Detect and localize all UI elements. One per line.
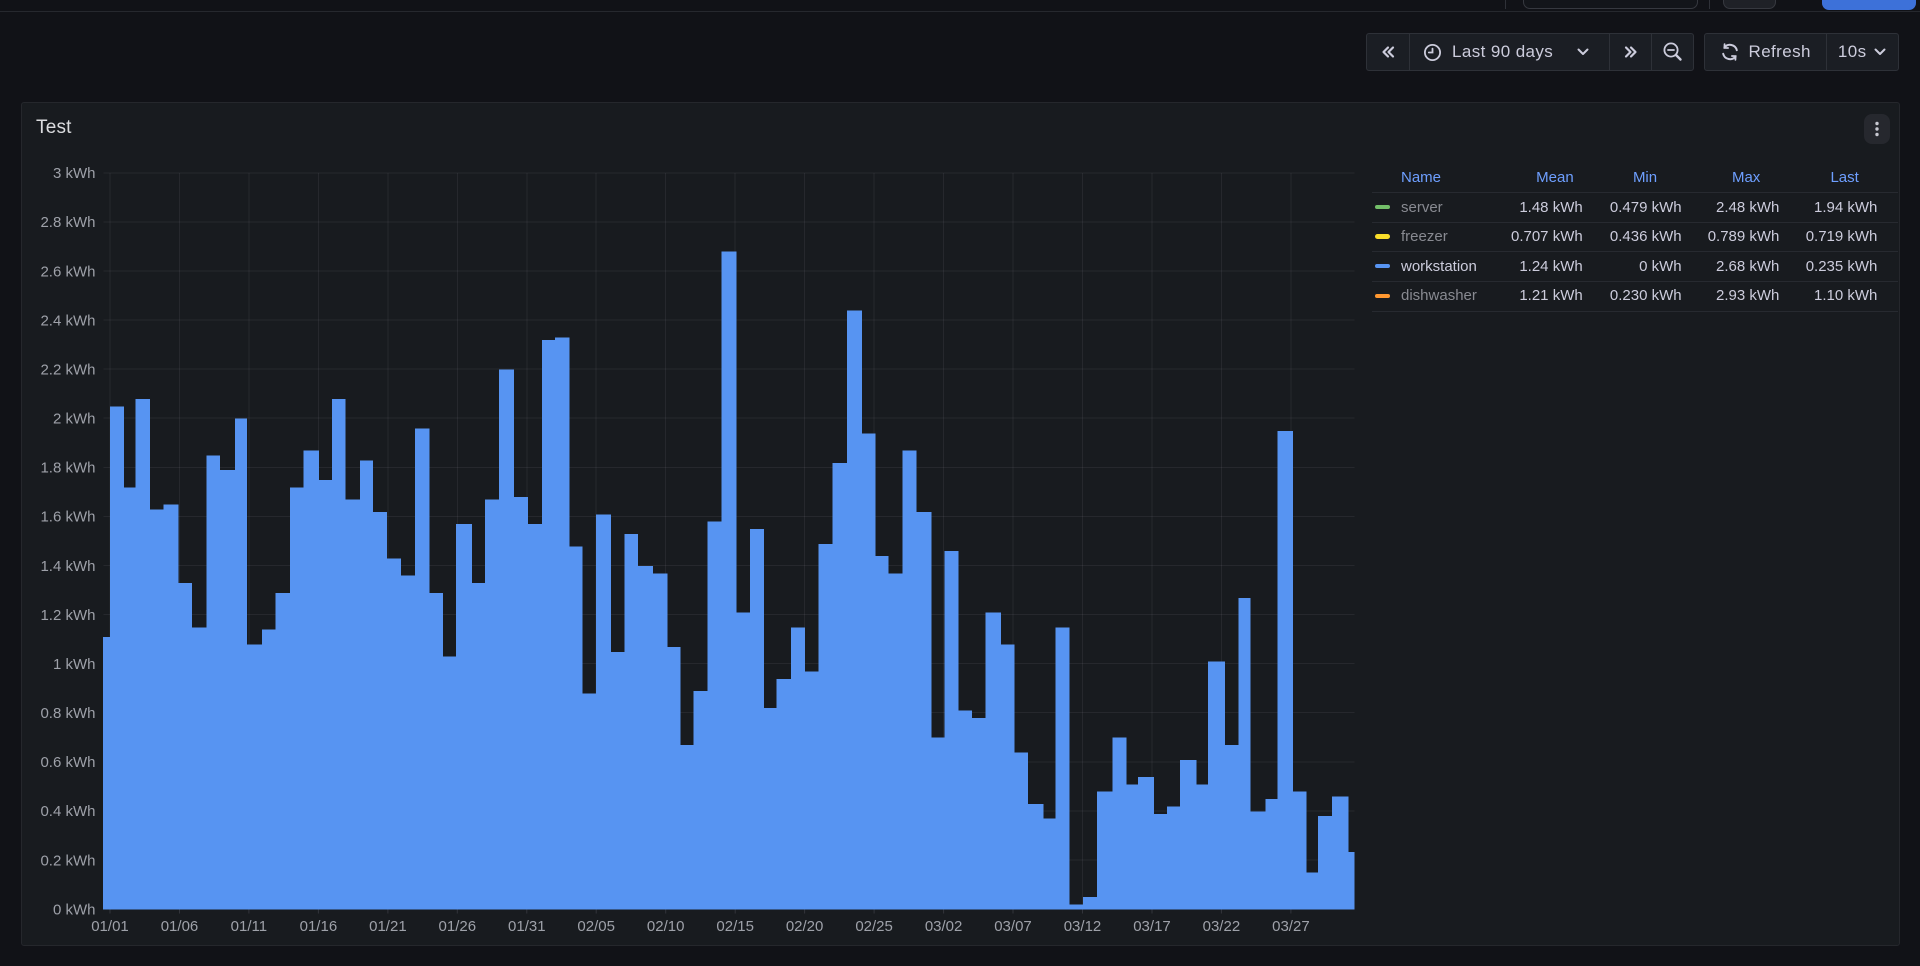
svg-text:1.2 kWh: 1.2 kWh	[40, 607, 95, 624]
svg-text:01/01: 01/01	[91, 918, 129, 935]
svg-text:01/26: 01/26	[439, 918, 477, 935]
svg-text:1.4 kWh: 1.4 kWh	[40, 558, 95, 575]
svg-text:03/02: 03/02	[925, 918, 963, 935]
svg-text:03/12: 03/12	[1064, 918, 1102, 935]
svg-text:0.6 kWh: 0.6 kWh	[40, 754, 95, 771]
svg-text:1.6 kWh: 1.6 kWh	[40, 509, 95, 526]
svg-text:01/21: 01/21	[369, 918, 407, 935]
svg-text:01/11: 01/11	[231, 918, 267, 935]
svg-text:03/07: 03/07	[994, 918, 1032, 935]
svg-text:2.4 kWh: 2.4 kWh	[40, 312, 95, 329]
svg-text:0.4 kWh: 0.4 kWh	[40, 803, 95, 820]
svg-text:03/17: 03/17	[1133, 918, 1171, 935]
svg-text:02/25: 02/25	[855, 918, 893, 935]
svg-text:02/15: 02/15	[716, 918, 754, 935]
svg-text:0.2 kWh: 0.2 kWh	[40, 852, 95, 869]
svg-text:1 kWh: 1 kWh	[53, 656, 96, 673]
svg-text:2 kWh: 2 kWh	[53, 411, 96, 428]
svg-text:0.8 kWh: 0.8 kWh	[40, 705, 95, 722]
svg-text:03/22: 03/22	[1203, 918, 1241, 935]
svg-text:2.8 kWh: 2.8 kWh	[40, 214, 95, 231]
svg-text:0 kWh: 0 kWh	[53, 901, 96, 918]
svg-text:2.6 kWh: 2.6 kWh	[40, 263, 95, 280]
svg-text:02/05: 02/05	[577, 918, 615, 935]
svg-text:01/16: 01/16	[300, 918, 338, 935]
svg-text:1.8 kWh: 1.8 kWh	[40, 460, 95, 477]
svg-text:03/27: 03/27	[1272, 918, 1310, 935]
svg-text:02/10: 02/10	[647, 918, 685, 935]
svg-text:3 kWh: 3 kWh	[53, 165, 96, 182]
svg-text:01/06: 01/06	[161, 918, 199, 935]
svg-text:01/31: 01/31	[508, 918, 546, 935]
svg-text:2.2 kWh: 2.2 kWh	[40, 361, 95, 378]
svg-text:02/20: 02/20	[786, 918, 824, 935]
